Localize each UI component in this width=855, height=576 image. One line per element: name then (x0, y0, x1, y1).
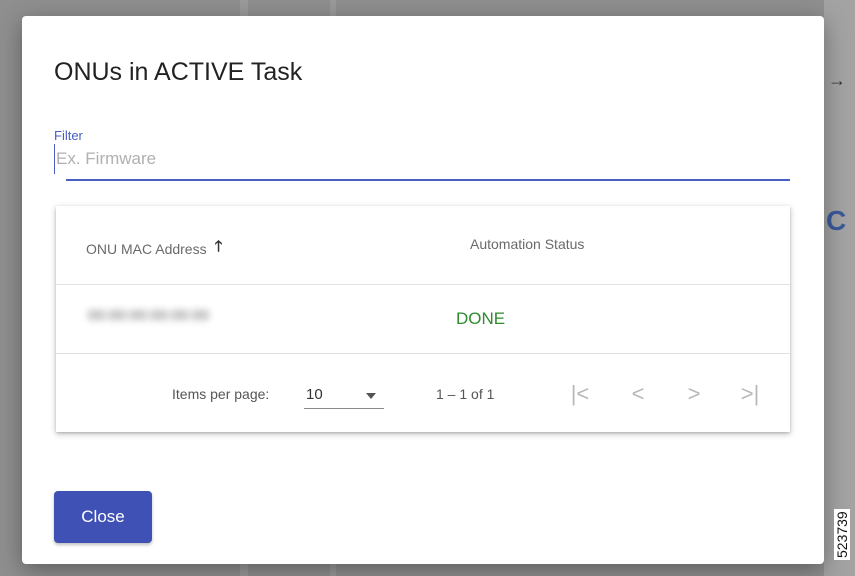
onu-dialog: ONUs in ACTIVE Task Filter ONU MAC Addre… (22, 16, 824, 564)
status-cell: DONE (456, 309, 506, 328)
filter-field: Filter (54, 126, 792, 182)
column-header-label: ONU MAC Address (86, 240, 207, 257)
filter-underline (66, 179, 790, 181)
last-page-icon: >| (740, 381, 760, 406)
close-button[interactable]: Close (54, 491, 152, 543)
filter-input[interactable] (54, 144, 792, 174)
caret-down-icon (366, 393, 376, 399)
last-page-button[interactable]: >| (736, 380, 764, 408)
arrow-up-icon: 🡑 (214, 238, 223, 255)
mac-address-cell: 00:00:00:00:00:00 (88, 307, 209, 324)
table-row: 00:00:00:00:00:00 DONE (56, 285, 790, 354)
items-per-page-value: 10 (306, 386, 323, 403)
onu-table: ONU MAC Address 🡑 Automation Status 00:0… (56, 206, 790, 432)
dialog-title: ONUs in ACTIVE Task (54, 58, 303, 86)
next-page-button[interactable]: > (680, 380, 708, 408)
table-header: ONU MAC Address 🡑 Automation Status (56, 206, 790, 285)
items-per-page-label: Items per page: (172, 386, 270, 402)
first-page-button[interactable]: |< (566, 380, 594, 408)
previous-page-button[interactable]: < (624, 380, 652, 408)
column-header-mac[interactable]: ONU MAC Address 🡑 (86, 236, 222, 261)
background-icon: → (828, 70, 846, 90)
chevron-left-icon: < (631, 381, 645, 406)
background-icon: C (826, 205, 847, 236)
paginator: Items per page: 10 1 – 1 of 1 |< < > >| (56, 354, 790, 432)
items-per-page-select[interactable]: 10 (304, 380, 384, 409)
first-page-icon: |< (570, 381, 590, 406)
figure-id: 523739 (834, 509, 850, 560)
column-header-status: Automation Status (470, 236, 585, 252)
filter-label: Filter (54, 128, 83, 143)
page-range-label: 1 – 1 of 1 (436, 386, 495, 402)
chevron-right-icon: > (687, 381, 701, 406)
